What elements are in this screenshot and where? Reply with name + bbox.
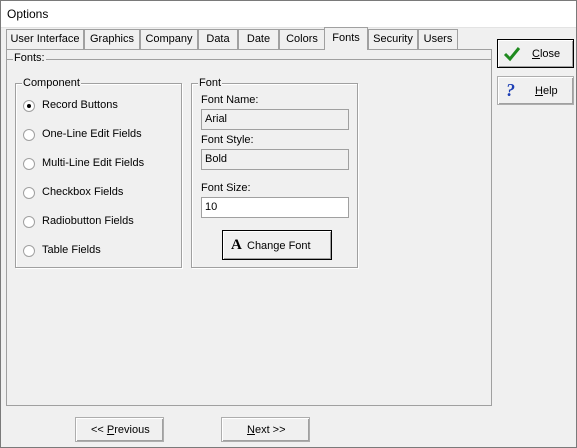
- title-bar: Options: [1, 1, 576, 28]
- font-name-label: Font Name:: [201, 94, 259, 106]
- radio-label: Checkbox Fields: [42, 186, 124, 198]
- question-icon: ?: [506, 80, 515, 100]
- radio-indicator[interactable]: [23, 129, 35, 141]
- change-font-label: Change Font: [247, 240, 311, 252]
- tab-users[interactable]: Users: [418, 29, 458, 49]
- tab-data[interactable]: Data: [198, 29, 238, 49]
- help-label: Help: [535, 85, 558, 97]
- fonts-tab-pane: Fonts: Component Record Buttons One-Line…: [6, 49, 492, 406]
- close-label: Close: [532, 48, 561, 60]
- font-style-label: Font Style:: [201, 134, 254, 146]
- tab-fonts[interactable]: Fonts: [324, 27, 368, 50]
- fonts-group-legend: Fonts:: [13, 52, 46, 64]
- font-a-icon: A: [231, 237, 242, 253]
- tab-date[interactable]: Date: [238, 29, 279, 49]
- previous-button[interactable]: << Previous: [75, 417, 164, 442]
- tab-security[interactable]: Security: [368, 29, 418, 49]
- radio-indicator[interactable]: [23, 158, 35, 170]
- radio-label: Table Fields: [42, 244, 101, 256]
- font-name-field: Arial: [201, 109, 349, 130]
- window-title: Options: [7, 7, 49, 21]
- check-icon: [503, 47, 521, 62]
- next-button[interactable]: Next >>: [221, 417, 310, 442]
- radio-label: Multi-Line Edit Fields: [42, 157, 145, 169]
- radio-indicator[interactable]: [23, 245, 35, 257]
- radio-label: One-Line Edit Fields: [42, 128, 142, 140]
- tab-company[interactable]: Company: [140, 29, 198, 49]
- font-group-legend: Font: [198, 77, 223, 89]
- next-label: Next >>: [247, 424, 286, 436]
- radio-label: Record Buttons: [42, 99, 118, 111]
- font-size-label: Font Size:: [201, 182, 251, 194]
- font-group: Font Font Name: Arial Font Style: Bold F…: [191, 77, 358, 268]
- help-button[interactable]: ? Help: [497, 76, 574, 105]
- radio-indicator[interactable]: [23, 187, 35, 199]
- component-group: Component Record Buttons One-Line Edit F…: [15, 77, 182, 268]
- font-style-field: Bold: [201, 149, 349, 170]
- previous-label: << Previous: [91, 424, 150, 436]
- tab-colors[interactable]: Colors: [279, 29, 325, 49]
- tab-user-interface[interactable]: User Interface: [6, 29, 84, 49]
- tab-graphics[interactable]: Graphics: [84, 29, 140, 49]
- options-window: Options User Interface Graphics Company …: [0, 0, 577, 448]
- font-size-field[interactable]: 10: [201, 197, 349, 218]
- radio-indicator[interactable]: [23, 216, 35, 228]
- close-button[interactable]: Close: [497, 39, 574, 68]
- component-group-legend: Component: [22, 77, 81, 89]
- change-font-button[interactable]: A Change Font: [222, 230, 332, 260]
- radio-indicator[interactable]: [23, 100, 35, 112]
- radio-label: Radiobutton Fields: [42, 215, 134, 227]
